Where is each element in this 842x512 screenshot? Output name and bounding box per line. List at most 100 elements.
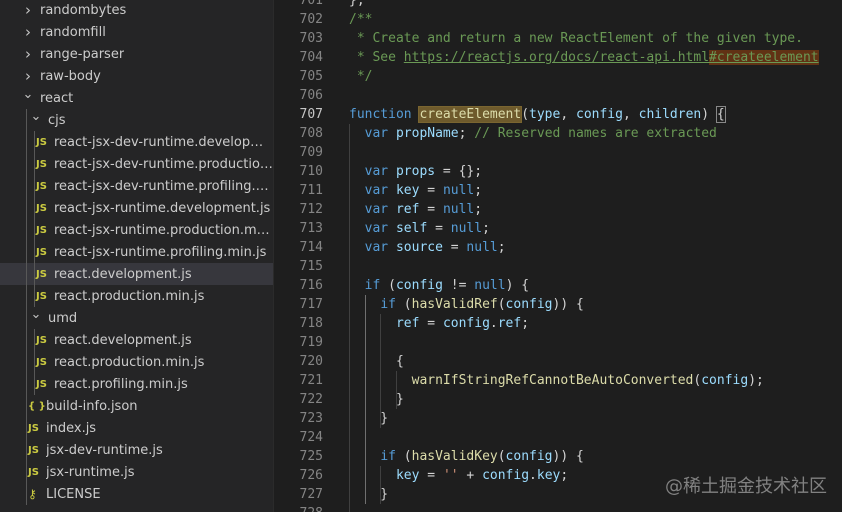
code-text: }; [349,0,365,8]
code-line[interactable]: 710 var props = {}; [274,162,842,181]
explorer-file[interactable]: JS react-jsx-runtime.profiling.min.js [0,241,273,263]
code-text: * Create and return a new ReactElement o… [349,31,803,46]
code-line[interactable]: 702 /** [274,10,842,29]
code-line[interactable]: 725 if (hasValidKey(config)) { [274,447,842,466]
chevron-down-icon[interactable]: ⌄ [28,109,44,124]
code-text: var source = null; [364,240,506,255]
line-number: 706 [299,88,323,103]
code-line[interactable]: 715 [274,257,842,276]
explorer-folder[interactable]: ⌄ react [0,87,273,109]
javascript-file-icon: JS [28,466,39,478]
code-line[interactable]: 706 [274,86,842,105]
code-editor[interactable]: 701}; 702 /** 703 * Create and return a new… [274,0,842,512]
code-line[interactable]: 718 ref = config.ref; [274,314,842,333]
explorer-file[interactable]: JS react.profiling.min.js [0,373,273,395]
code-text: ref = config.ref; [395,316,530,331]
line-number: 723 [299,411,323,426]
explorer-folder[interactable]: › raw-body [0,65,273,87]
chevron-right-icon[interactable]: › [20,1,36,19]
code-line[interactable]: 712 var ref = null; [274,200,842,219]
explorer-file[interactable]: JS react-jsx-runtime.production.min.js [0,219,273,241]
code-line[interactable]: 704 * See https://reactjs.org/docs/react… [274,48,842,67]
code-line[interactable]: 709 [274,143,842,162]
code-text: /** [349,12,373,27]
code-line[interactable]: 722 } [274,390,842,409]
explorer-item-label: build-info.json [46,398,138,414]
explorer-item-label: react.development.js [54,332,192,348]
explorer-file[interactable]: JS react-jsx-dev-runtime.development.js [0,131,273,153]
javascript-file-icon: JS [36,268,47,280]
chevron-down-icon[interactable]: ⌄ [28,307,44,322]
code-line[interactable]: 728 [274,504,842,512]
explorer-file[interactable]: JS jsx-runtime.js [0,461,273,483]
chevron-down-icon[interactable]: ⌄ [20,87,36,102]
line-number: 714 [299,240,323,255]
code-text: var self = null; [364,221,490,236]
explorer-file[interactable]: JS react.development.js [0,263,273,285]
code-line[interactable]: 714 var source = null; [274,238,842,257]
javascript-file-icon: JS [36,334,47,346]
line-number: 719 [299,335,323,350]
explorer-file[interactable]: JS react-jsx-runtime.development.js [0,197,273,219]
chevron-right-icon[interactable]: › [20,23,36,41]
code-text: warnIfStringRefCannotBeAutoConverted(con… [411,373,764,388]
line-number: 717 [299,297,323,312]
explorer-file[interactable]: JS react-jsx-dev-runtime.profiling.min.js [0,175,273,197]
explorer-folder[interactable]: › randombytes [0,0,273,21]
code-line[interactable]: 701}; [274,0,842,10]
explorer-folder[interactable]: ⌄ cjs [0,109,273,131]
editor-indent-guide [364,295,366,504]
explorer-item-label: index.js [46,420,97,436]
chevron-right-icon[interactable]: › [20,45,36,63]
indent-guide [34,131,35,307]
javascript-file-icon: JS [36,290,47,302]
explorer-file[interactable]: JS react-jsx-dev-runtime.production.min.j… [0,153,273,175]
code-line[interactable]: 713 var self = null; [274,219,842,238]
code-line[interactable]: 707 function createElement(type, config, … [274,105,842,124]
code-line[interactable]: 711 var key = null; [274,181,842,200]
code-text: { [349,354,404,369]
explorer-folder[interactable]: › range-parser [0,43,273,65]
explorer-file[interactable]: JS react.production.min.js [0,285,273,307]
javascript-file-icon: JS [36,136,47,148]
explorer-file[interactable]: JS react.production.min.js [0,351,273,373]
explorer-file[interactable]: ⚷ LICENSE [0,483,273,505]
line-number: 703 [299,31,323,46]
explorer-item-label: jsx-runtime.js [46,464,135,480]
code-text: * See https://reactjs.org/docs/react-api… [349,50,819,65]
code-text: var ref = null; [364,202,483,217]
chevron-right-icon[interactable]: › [20,67,36,85]
code-line[interactable]: 716 if (config != null) { [274,276,842,295]
code-line[interactable]: 708 var propName; // Reserved names are … [274,124,842,143]
javascript-file-icon: JS [36,158,47,170]
line-number: 716 [299,278,323,293]
explorer-file[interactable]: JS index.js [0,417,273,439]
explorer-item-label: react-jsx-runtime.profiling.min.js [54,244,267,260]
explorer-file[interactable]: { } build-info.json [0,395,273,417]
code-line[interactable]: 717 if (hasValidRef(config)) { [274,295,842,314]
code-line[interactable]: 724 [274,428,842,447]
code-line[interactable]: 721 warnIfStringRefCannotBeAutoConverted… [274,371,842,390]
explorer-item-label: react-jsx-runtime.development.js [54,200,271,216]
explorer-item-label: react-jsx-runtime.production.min.js [54,222,273,238]
editor-indent-guide [395,371,397,409]
javascript-file-icon: JS [36,378,47,390]
explorer-item-label: range-parser [40,46,125,62]
code-line[interactable]: 705 */ [274,67,842,86]
line-number: 727 [299,487,323,502]
line-number: 709 [299,145,323,160]
indent-guide [26,109,27,505]
explorer-file[interactable]: JS react.development.js [0,329,273,351]
explorer-file[interactable]: JS jsx-dev-runtime.js [0,439,273,461]
code-text: */ [349,69,373,84]
code-line[interactable]: 703 * Create and return a new ReactEleme… [274,29,842,48]
explorer-item-label: react.production.min.js [54,354,205,370]
explorer-folder[interactable]: › randomfill [0,21,273,43]
code-line[interactable]: 719 [274,333,842,352]
explorer-item-label: react.production.min.js [54,288,205,304]
line-number: 726 [299,468,323,483]
explorer-folder[interactable]: ⌄ umd [0,307,273,329]
line-number: 707 [299,107,323,122]
code-line[interactable]: 720 { [274,352,842,371]
code-line[interactable]: 723 } [274,409,842,428]
